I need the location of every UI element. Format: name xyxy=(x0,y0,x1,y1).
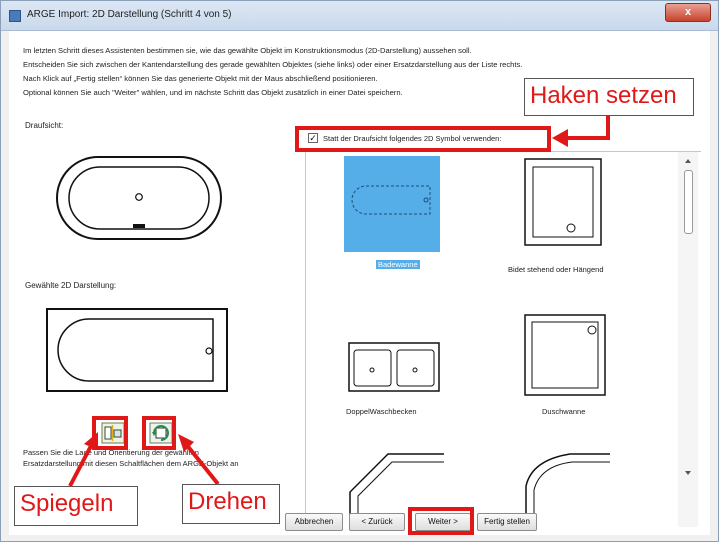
gallery-item-duschwanne[interactable] xyxy=(524,314,606,396)
intro-text: Im letzten Schritt dieses Assistenten be… xyxy=(23,44,522,100)
app-icon xyxy=(9,10,21,22)
title-bar: ARGE Import: 2D Darstellung (Schritt 4 v… xyxy=(1,1,718,31)
gewaehlte-preview xyxy=(45,307,229,393)
next-highlight-frame xyxy=(408,507,474,535)
gallery-item-label: Bidet stehend oder Hängend xyxy=(508,265,604,274)
checkbox-highlight-frame xyxy=(295,126,551,152)
double-sink-symbol xyxy=(348,342,440,392)
draufsicht-preview xyxy=(53,149,225,247)
bathtub-symbol xyxy=(351,185,431,215)
back-button[interactable]: < Zurück xyxy=(349,513,405,531)
cancel-button[interactable]: Abbrechen xyxy=(285,513,343,531)
intro-line: Optional können Sie auch "Weiter" wählen… xyxy=(23,88,403,97)
intro-line: Entscheiden Sie sich zwischen der Kanten… xyxy=(23,60,523,69)
bidet-symbol xyxy=(524,158,602,246)
close-button[interactable]: x xyxy=(665,3,711,22)
shower-tray-symbol xyxy=(524,314,606,396)
symbol-gallery[interactable]: Badewanne Bidet stehend oder Hängend Dop… xyxy=(305,151,701,527)
orientation-hint: Passen Sie die Lage und Orientierung der… xyxy=(23,447,239,469)
hint-line: Passen Sie die Lage und Orientierung der… xyxy=(23,448,199,457)
gallery-item-doppelwaschbecken[interactable] xyxy=(348,342,440,392)
intro-line: Im letzten Schritt dieses Assistenten be… xyxy=(23,46,472,55)
hint-line: Ersatzdarstellung mit diesen Schaltfläch… xyxy=(23,459,239,468)
gallery-scrollbar[interactable] xyxy=(678,152,698,527)
callout-spiegeln: Spiegeln xyxy=(14,486,138,526)
gallery-item-badewanne[interactable] xyxy=(344,156,440,252)
scroll-up-icon[interactable] xyxy=(678,156,698,166)
bathtub-drawing xyxy=(46,308,228,392)
gallery-item-label: Duschwanne xyxy=(542,407,586,416)
intro-line: Nach Klick auf „Fertig stellen“ können S… xyxy=(23,74,378,83)
oval-bathtub-drawing xyxy=(56,156,222,240)
scroll-down-icon[interactable] xyxy=(678,468,698,478)
gallery-item-label: DoppelWaschbecken xyxy=(346,407,417,416)
draufsicht-label: Draufsicht: xyxy=(25,121,64,130)
finish-button[interactable]: Fertig stellen xyxy=(477,513,537,531)
gewaehlte-label: Gewählte 2D Darstellung: xyxy=(25,281,117,290)
mirror-highlight-frame xyxy=(92,416,128,450)
rotate-highlight-frame xyxy=(142,416,176,450)
scroll-thumb[interactable] xyxy=(684,170,693,234)
window-title: ARGE Import: 2D Darstellung (Schritt 4 v… xyxy=(27,9,232,20)
gallery-item-bidet[interactable] xyxy=(524,158,602,246)
callout-drehen: Drehen xyxy=(182,484,280,524)
gallery-item-label: Badewanne xyxy=(376,260,420,269)
callout-haken-setzen: Haken setzen xyxy=(524,78,694,116)
